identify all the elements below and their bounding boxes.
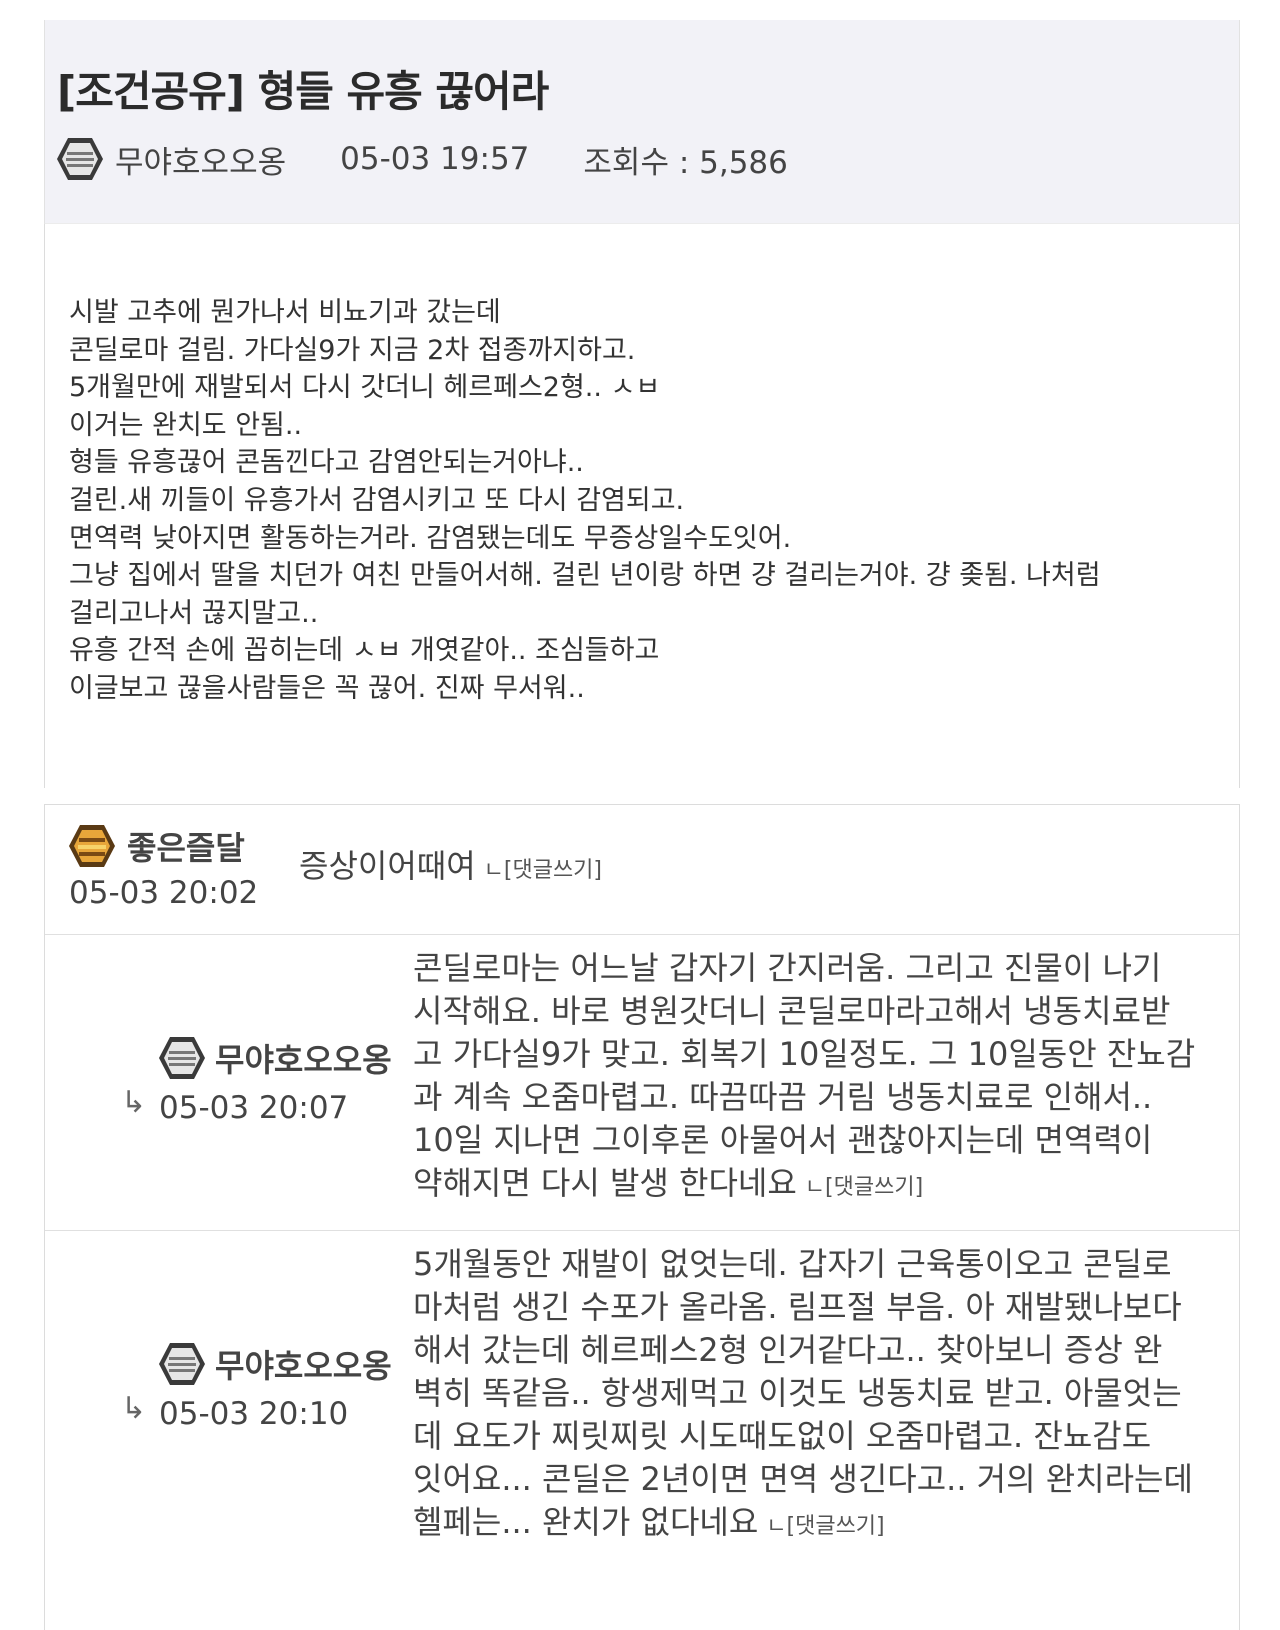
reply-link[interactable]: ㄴ[댓글쓰기] [484, 858, 602, 883]
comment-author-row: 무야호오오옹 [157, 1035, 392, 1081]
comment-text: 콘딜로마는 어느날 갑자기 간지러움. 그리고 진물이 나기 시작해요. 바로 … [413, 947, 1195, 1209]
comment-line: 콘딜로마는 어느날 갑자기 간지러움. 그리고 진물이 나기 [413, 949, 1162, 987]
comment-line: 과 계속 오줌마렵고. 따끔따끔 거림 냉동치료로 인해서.. [413, 1078, 1153, 1116]
comment-item: 좋은즐달 05-03 20:02 증상이어때여 ㄴ[댓글쓰기] [45, 805, 1239, 935]
comment-line: 10일 지나면 그이후론 아물어서 괜찮아지는데 면역력이 [413, 1121, 1153, 1159]
comment-line: 마처럼 생긴 수포가 올라옴. 림프절 부음. 아 재발됐나보다 [413, 1288, 1182, 1326]
post-body: 시발 고추에 뭔가나서 비뇨기과 갔는데 콘딜로마 걸림. 가다실9가 지금 2… [44, 223, 1240, 788]
comment-line: 데 요도가 찌릿찌릿 시도때도없이 오줌마렵고. 잔뇨감도 [413, 1417, 1152, 1455]
comment-author[interactable]: 좋은즐달 [127, 823, 245, 869]
comment-line: 벽히 똑같음.. 항생제먹고 이것도 냉동치료 받고. 아물엇는 [413, 1374, 1182, 1412]
reply-arrow-icon: ↳ [121, 1085, 147, 1120]
comment-line: 5개월동안 재발이 없엇는데. 갑자기 근육통이오고 콘딜로 [413, 1245, 1172, 1283]
comment-date: 05-03 20:07 [159, 1090, 349, 1126]
post-line: 시발 고추에 뭔가나서 비뇨기과 갔는데 [69, 297, 501, 328]
comment-date: 05-03 20:10 [159, 1396, 349, 1432]
comment-list: 좋은즐달 05-03 20:02 증상이어때여 ㄴ[댓글쓰기] ↳ 무야호오오옹 … [44, 804, 1240, 1630]
post-line: 이거는 완치도 안됨.. [69, 409, 303, 441]
comment-line: 해서 갔는데 헤르페스2형 인거같다고.. 찾아보니 증상 완 [413, 1331, 1163, 1369]
comment-item: ↳ 무야호오오옹 05-03 20:07 콘딜로마는 어느날 갑자기 간지러움.… [45, 935, 1239, 1231]
reply-arrow-icon: ↳ [121, 1391, 147, 1426]
post-title: [조건공유] 형들 유흥 끊어라 [57, 67, 549, 116]
comment-line: 약해지면 다시 발생 한다네요 [413, 1164, 797, 1202]
reply-link[interactable]: ㄴ[댓글쓰기] [805, 1175, 923, 1200]
post-content: 시발 고추에 뭔가나서 비뇨기과 갔는데 콘딜로마 걸림. 가다실9가 지금 2… [69, 294, 1229, 708]
comment-line: 증상이어때여 [299, 847, 476, 885]
level-badge-icon [159, 1343, 205, 1385]
post-views: 조회수 : 5,586 [583, 144, 788, 181]
post-line: 걸린.새 끼들이 유흥가서 감염시키고 또 다시 감염되고. [69, 484, 685, 516]
post-author[interactable]: 무야호오오옹 [115, 137, 286, 182]
post-date: 05-03 19:57 [340, 141, 530, 177]
comment-line: 고 가다실9가 맞고. 회복기 10일정도. 그 10일동안 잔뇨감 [413, 1035, 1196, 1073]
comment-author[interactable]: 무야호오오옹 [215, 1341, 392, 1387]
post-line: 이글보고 끊을사람들은 꼭 끊어. 진짜 무서워.. [69, 672, 585, 704]
comment-text: 증상이어때여 ㄴ[댓글쓰기] [299, 845, 602, 892]
post-line: 5개월만에 재발되서 다시 갓더니 헤르페스2형.. ㅅㅂ [69, 372, 661, 404]
reply-link[interactable]: ㄴ[댓글쓰기] [766, 1514, 884, 1539]
post-line: 걸리고나서 끊지말고.. [69, 597, 319, 629]
post-line: 유흥 간적 손에 꼽히는데 ㅅㅂ 개엿같아.. 조심들하고 [69, 635, 660, 667]
comment-text: 5개월동안 재발이 없엇는데. 갑자기 근육통이오고 콘딜로 마처럼 생긴 수포… [413, 1243, 1193, 1548]
post-line: 콘딜로마 걸림. 가다실9가 지금 2차 접종까지하고. [69, 334, 636, 366]
gold-level-badge-icon [69, 825, 115, 867]
comment-author-row: 무야호오오옹 [157, 1341, 392, 1387]
post-header: [조건공유] 형들 유흥 끊어라 무야호오오옹 05-03 19:57 조회수 … [44, 20, 1240, 223]
level-badge-icon [57, 138, 103, 180]
post-line: 형들 유흥끊어 콘돔낀다고 감염안되는거아냐.. [69, 447, 584, 479]
comment-line: 헬페는... 완치가 없다네요 [413, 1503, 759, 1541]
comment-author-row: 좋은즐달 [67, 823, 245, 869]
comment-item: ↳ 무야호오오옹 05-03 20:10 5개월동안 재발이 없엇는데. 갑자기… [45, 1231, 1239, 1630]
level-badge-icon [159, 1037, 205, 1079]
comment-line: 잇어요... 콘딜은 2년이면 면역 생긴다고.. 거의 완치라는데 [413, 1460, 1193, 1498]
comment-line: 시작해요. 바로 병원갓더니 콘딜로마라고해서 냉동치료받 [413, 992, 1171, 1030]
post-line: 면역력 낮아지면 활동하는거라. 감염됐는데도 무증상일수도잇어. [69, 522, 792, 554]
post-line: 그냥 집에서 딸을 치던가 여친 만들어서해. 걸린 년이랑 하면 걍 걸리는거… [69, 560, 1101, 592]
comment-author[interactable]: 무야호오오옹 [215, 1035, 392, 1081]
comment-date: 05-03 20:02 [69, 875, 259, 911]
post-meta: 무야호오오옹 05-03 19:57 조회수 : 5,586 [55, 134, 788, 184]
